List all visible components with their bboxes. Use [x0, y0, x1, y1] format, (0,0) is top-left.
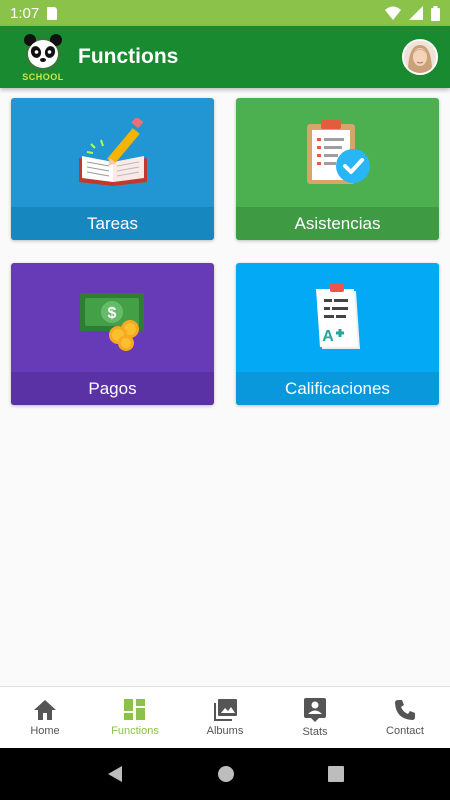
card-asistencias[interactable]: Asistencias [236, 98, 439, 240]
bottom-nav: Home Functions Albums Stats Contact [0, 686, 450, 748]
logo-text: SCHOOL [22, 72, 64, 82]
money-coins-icon: $ [79, 293, 144, 351]
nav-albums[interactable]: Albums [180, 687, 270, 748]
back-icon[interactable] [106, 765, 124, 783]
user-photo-icon [404, 41, 436, 73]
card-icon-area: A [236, 263, 439, 373]
home-circle-icon[interactable] [217, 765, 235, 783]
svg-text:$: $ [107, 305, 116, 322]
nav-label: Albums [206, 724, 244, 737]
photo-library-icon [214, 698, 237, 721]
status-icons [385, 5, 440, 21]
book-pencil-icon [78, 118, 147, 186]
card-calificaciones[interactable]: A Calificaciones [236, 263, 439, 405]
account-box-icon [304, 697, 326, 722]
clipboard-check-icon [306, 120, 370, 184]
card-pagos[interactable]: $ Pagos [11, 263, 214, 405]
svg-text:A: A [322, 328, 334, 345]
phone-icon [395, 699, 415, 720]
sd-card-icon [47, 6, 58, 20]
nav-label: Contact [386, 724, 424, 737]
nav-contact[interactable]: Contact [360, 687, 450, 748]
app-bar: SCHOOL Functions [0, 26, 450, 88]
page-title: Functions [78, 45, 179, 68]
nav-functions[interactable]: Functions [90, 687, 180, 748]
panda-logo-icon [24, 34, 62, 72]
school-logo: SCHOOL [18, 29, 68, 85]
nav-label: Stats [302, 725, 328, 738]
card-label: Tareas [11, 207, 214, 240]
card-label: Calificaciones [236, 372, 439, 405]
card-icon-area [11, 98, 214, 208]
signal-icon [409, 6, 423, 20]
recents-icon[interactable] [327, 766, 344, 782]
status-bar: 1:07 [0, 0, 450, 26]
card-icon-area: $ [11, 263, 214, 373]
nav-stats[interactable]: Stats [270, 687, 360, 748]
battery-icon [431, 5, 440, 21]
wifi-icon [385, 6, 401, 20]
card-icon-area [236, 98, 439, 208]
card-tareas[interactable]: Tareas [11, 98, 214, 240]
card-label: Asistencias [236, 207, 439, 240]
home-icon [34, 699, 56, 720]
card-label: Pagos [11, 372, 214, 405]
dashboard-icon [124, 698, 145, 720]
nav-home[interactable]: Home [0, 687, 90, 748]
system-nav-bar [0, 748, 450, 800]
avatar[interactable] [402, 39, 438, 75]
nav-label: Functions [111, 724, 159, 737]
status-time: 1:07 [10, 4, 40, 22]
grade-sheet-icon: A [315, 283, 360, 349]
nav-label: Home [30, 724, 60, 737]
